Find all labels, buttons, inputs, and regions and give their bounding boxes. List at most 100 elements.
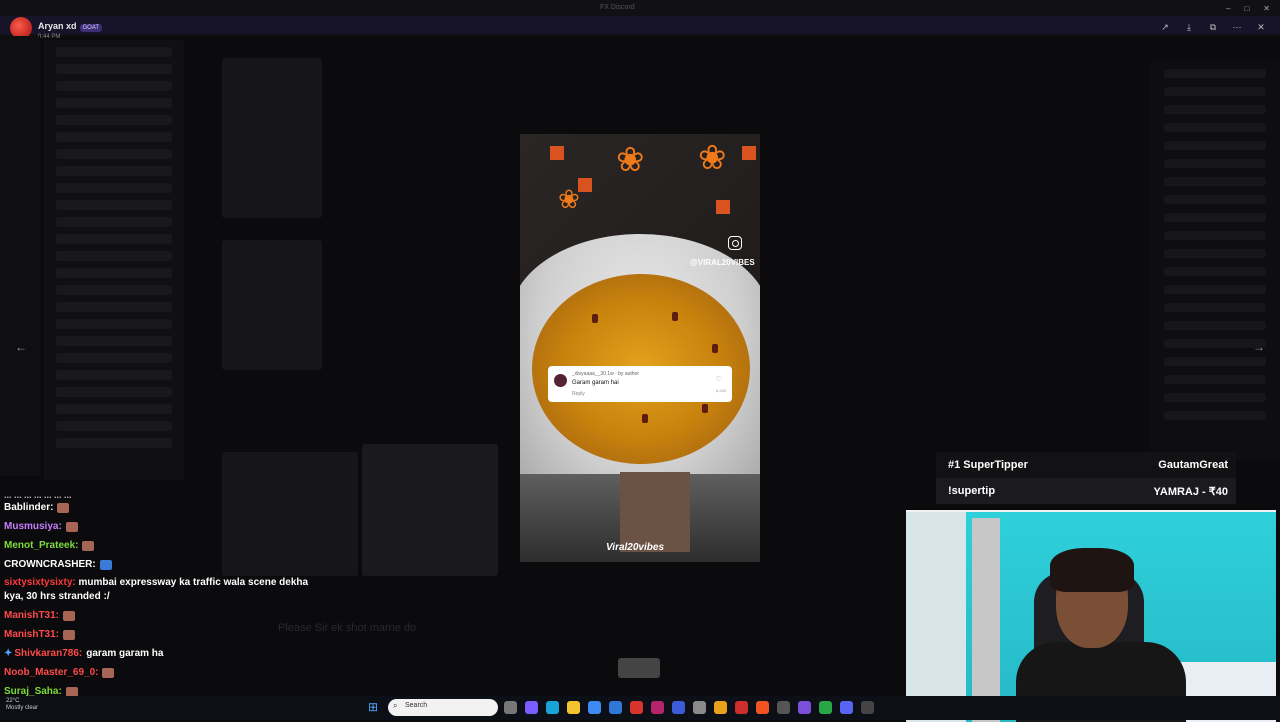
- minimize-icon[interactable]: –: [1226, 4, 1230, 13]
- chat-message: CROWNCRASHER:: [0, 555, 330, 574]
- app-icon[interactable]: [672, 701, 685, 714]
- chat-user[interactable]: Noob_Master_69_0:: [4, 667, 98, 678]
- chat-text: garam garam ha: [86, 648, 164, 659]
- chat-user[interactable]: Shivkaran786:: [14, 648, 82, 659]
- store-icon[interactable]: [588, 701, 601, 714]
- chat-message: Musmusiya:: [0, 517, 330, 536]
- instagram-handle: @VIRAL20VIBES: [690, 258, 755, 267]
- chat-message: sixtysixtysixty: mumbai expressway ka tr…: [0, 574, 330, 606]
- chat-user[interactable]: Musmusiya:: [4, 521, 62, 532]
- copilot-icon[interactable]: [525, 701, 538, 714]
- comment-card: _divyaaaa__30 1w · by author Garam garam…: [548, 366, 732, 402]
- cooker-handle: [620, 472, 690, 552]
- emote-icon: [99, 559, 112, 570]
- comment-avatar: [554, 374, 567, 387]
- stream-chat: ... ... ... ... ... ... ... Bablinder: M…: [0, 490, 330, 701]
- file-explorer-icon[interactable]: [567, 701, 580, 714]
- webcam-feed: [906, 510, 1276, 722]
- topbar-accent: [0, 16, 1280, 34]
- chat-user[interactable]: Menot_Prateek:: [4, 540, 78, 551]
- discord-icon[interactable]: [840, 701, 853, 714]
- app-icon[interactable]: [630, 701, 643, 714]
- chat-message: ManishT31:: [0, 606, 330, 625]
- chat-user[interactable]: CROWNCRASHER:: [4, 559, 96, 570]
- maximize-icon[interactable]: □: [1244, 4, 1249, 13]
- ghost-attachment: [222, 58, 322, 218]
- mail-icon[interactable]: [609, 701, 622, 714]
- app-icon[interactable]: [861, 701, 874, 714]
- comment-user: _divyaaaa__30 1w · by author: [572, 371, 639, 377]
- ghost-attachment: [362, 444, 498, 576]
- app-icon[interactable]: [651, 701, 664, 714]
- user-name[interactable]: Aryan xd: [38, 21, 77, 31]
- chat-message: ManishT31:: [0, 625, 330, 644]
- comment-text: Garam garam hai: [572, 380, 619, 386]
- chat-cut-line: ... ... ... ... ... ... ...: [4, 490, 72, 498]
- settings-icon[interactable]: [693, 701, 706, 714]
- supertipper-name: GautamGreat: [1158, 459, 1228, 471]
- app-icon[interactable]: [735, 701, 748, 714]
- taskbar-search[interactable]: Search ⌕: [388, 699, 498, 716]
- window-title: FX Discord: [600, 4, 635, 11]
- emote-icon: [57, 502, 70, 513]
- ghost-attachment: [222, 240, 322, 370]
- server-list-ghost: [0, 36, 40, 476]
- supertipper-panel: #1 SuperTipper GautamGreat !supertip YAM…: [936, 452, 1236, 504]
- weather-widget[interactable]: 22°C Mostly clear: [6, 698, 38, 712]
- chat-user[interactable]: ManishT31:: [4, 610, 59, 621]
- weather-temp: 22°C: [6, 698, 20, 704]
- chrome-icon[interactable]: [819, 701, 832, 714]
- chat-badges-icon: ✦: [4, 648, 13, 659]
- edge-icon[interactable]: [546, 701, 559, 714]
- chat-user[interactable]: Bablinder:: [4, 502, 53, 513]
- comment-likes: 6,240: [715, 388, 726, 393]
- user-badge: GOAT: [79, 24, 103, 32]
- search-icon: ⌕: [393, 701, 398, 710]
- emote-icon: [82, 540, 95, 551]
- chrome-icon[interactable]: [714, 701, 727, 714]
- previous-arrow-icon[interactable]: ←: [12, 340, 30, 356]
- supertip-row: !supertip YAMRAJ - ₹40: [936, 478, 1236, 504]
- chat-message: Noob_Master_69_0:: [0, 663, 330, 682]
- app-icon[interactable]: [798, 701, 811, 714]
- viewer-actions: ↗ ⤓ ⧉ ⋯ ✕: [1158, 20, 1268, 34]
- forward-icon[interactable]: ↗: [1158, 20, 1172, 34]
- supertip-command: !supertip: [948, 485, 996, 497]
- supertip-latest: YAMRAJ - ₹40: [1153, 485, 1228, 498]
- stream-thumbnail: [618, 658, 660, 678]
- window-controls: – □ ✕: [1226, 4, 1270, 13]
- task-view-icon[interactable]: [504, 701, 517, 714]
- chat-message: ✦ Shivkaran786: garam garam ha: [0, 644, 330, 663]
- chat-message: Bablinder:: [0, 498, 330, 517]
- download-icon[interactable]: ⤓: [1182, 20, 1196, 34]
- channel-list-ghost: [44, 40, 184, 480]
- comment-reply: Reply: [572, 391, 585, 397]
- emote-icon: [102, 667, 115, 678]
- close-viewer-icon[interactable]: ✕: [1254, 20, 1268, 34]
- heart-icon: ♡: [715, 376, 722, 383]
- window-topbar: FX Discord – □ ✕ Aryan xd GOAT 9:44 PM ↗ …: [0, 0, 1280, 40]
- windows-start-icon[interactable]: ⊞: [368, 700, 382, 714]
- emote-icon: [63, 629, 76, 640]
- emote-icon: [63, 610, 76, 621]
- media-image[interactable]: ❀ ❀ ❀ @VIRAL20VIBES _divyaaaa__30 1w · b…: [520, 134, 760, 562]
- more-icon[interactable]: ⋯: [1230, 20, 1244, 34]
- taskbar-apps: [504, 701, 874, 714]
- next-arrow-icon[interactable]: →: [1250, 340, 1268, 356]
- weather-desc: Mostly clear: [6, 705, 39, 711]
- emote-icon: [65, 686, 78, 697]
- search-placeholder: Search: [405, 702, 428, 709]
- emote-icon: [65, 521, 78, 532]
- instagram-icon: [728, 236, 742, 250]
- close-window-icon[interactable]: ✕: [1263, 4, 1270, 13]
- supertipper-row: #1 SuperTipper GautamGreat: [936, 452, 1236, 478]
- supertipper-rank: #1 SuperTipper: [948, 459, 1028, 471]
- watermark: Viral20vibes: [606, 542, 665, 553]
- member-list-ghost: [1150, 60, 1280, 460]
- app-icon[interactable]: [777, 701, 790, 714]
- taskbar: 22°C Mostly clear ⊞ Search ⌕: [0, 696, 1280, 720]
- chat-user[interactable]: sixtysixtysixty:: [4, 577, 76, 588]
- open-external-icon[interactable]: ⧉: [1206, 20, 1220, 34]
- chat-user[interactable]: ManishT31:: [4, 629, 59, 640]
- brave-icon[interactable]: [756, 701, 769, 714]
